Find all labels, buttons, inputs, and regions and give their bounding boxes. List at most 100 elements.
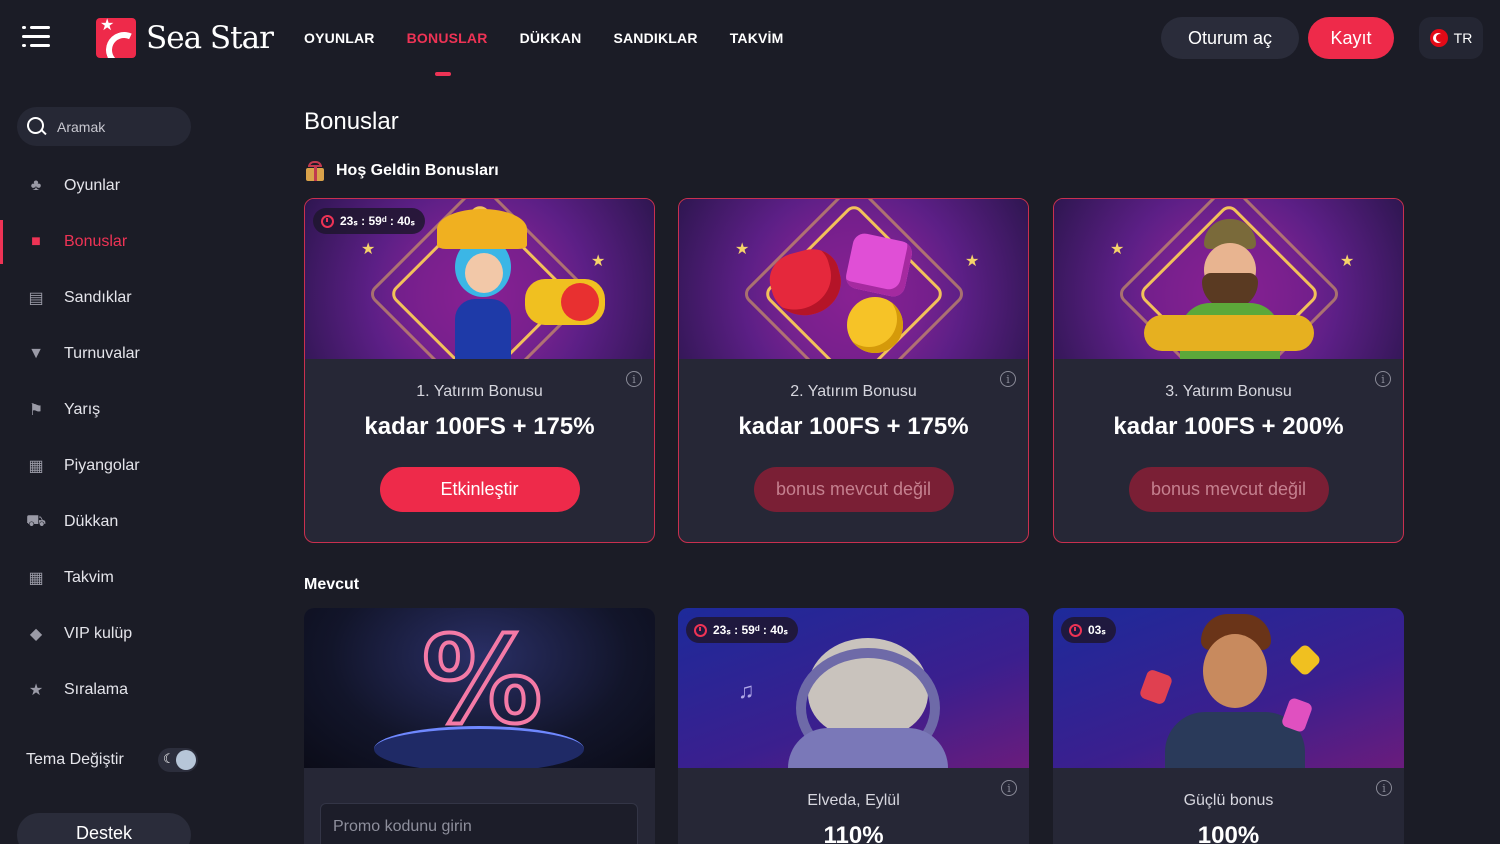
timer-text: 23ₛ : 59ᵈ : 40ₛ <box>340 214 416 228</box>
bonus-unavailable-button[interactable]: bonus mevcut değil <box>753 467 954 512</box>
sidebar-item-label: VIP kulüp <box>64 625 133 642</box>
search-input[interactable] <box>57 118 177 135</box>
bonus-value: 100% <box>1197 822 1260 844</box>
sidebar-item-oyunlar[interactable]: ♣ Oyunlar <box>0 158 260 214</box>
sidebar-item-label: Sıralama <box>64 681 129 698</box>
countdown-timer: 03ₛ <box>1061 617 1116 643</box>
search-box[interactable] <box>17 107 191 146</box>
cart-icon: ⛟ <box>26 513 47 530</box>
sidebar-item-bonuslar[interactable]: ■ Bonuslar <box>0 214 260 270</box>
bonus-value: kadar 100FS + 175% <box>738 413 969 440</box>
bonus-card-1: ★ ★ 23ₛ : 59ᵈ : 40ₛ i 1. Yatırım Bonusu k… <box>304 198 655 543</box>
bonus-label: 3. Yatırım Bonusu <box>1165 383 1292 400</box>
bonus-card-image: 03ₛ <box>1053 608 1404 768</box>
promo-card: % <box>304 608 655 844</box>
trophy-icon: ▼ <box>28 345 44 362</box>
promo-card-image: % <box>304 608 655 768</box>
language-selector[interactable]: TR <box>1419 17 1483 59</box>
info-icon[interactable]: i <box>1000 371 1016 387</box>
bonus-card-image: ★ ★ 23ₛ : 59ᵈ : 40ₛ <box>305 199 654 359</box>
activate-button[interactable]: Etkinleştir <box>379 467 580 512</box>
nav-oyunlar[interactable]: OYUNLAR <box>304 30 375 46</box>
site-logo[interactable]: ★ Sea Star <box>96 18 274 58</box>
menu-collapse-icon[interactable] <box>22 26 50 50</box>
chest-icon: ▤ <box>28 290 44 307</box>
sidebar-item-label: Turnuvalar <box>64 345 140 362</box>
nav-takvim[interactable]: TAKVİM <box>730 30 784 46</box>
sidebar-item-sandiklar[interactable]: ▤ Sandıklar <box>0 270 260 326</box>
nav-dukkan[interactable]: DÜKKAN <box>520 30 582 46</box>
info-icon[interactable]: i <box>1001 780 1017 796</box>
welcome-section-title: Hoş Geldin Bonusları <box>304 161 499 181</box>
sidebar-item-takvim[interactable]: ▦ Takvim <box>0 550 260 606</box>
bonus-card-image: ♫ 23ₛ : 59ᵈ : 40ₛ <box>678 608 1029 768</box>
star-icon: ★ <box>28 682 44 699</box>
logo-text: Sea Star <box>146 20 274 56</box>
bonus-label: Güçlü bonus <box>1183 792 1274 809</box>
promo-code-input[interactable] <box>320 803 638 844</box>
diamond-icon: ◆ <box>29 626 43 643</box>
countdown-timer: 23ₛ : 59ᵈ : 40ₛ <box>686 617 799 643</box>
available-bonus-card-2: ♫ 23ₛ : 59ᵈ : 40ₛ i Elveda, Eylül 110% <box>678 608 1029 844</box>
clock-icon <box>694 623 707 637</box>
bonus-label: 2. Yatırım Bonusu <box>790 383 917 400</box>
info-icon[interactable]: i <box>1376 780 1392 796</box>
bonus-label: 1. Yatırım Bonusu <box>416 383 543 400</box>
clock-icon <box>321 214 334 228</box>
timer-text: 03ₛ <box>1088 623 1106 637</box>
sidebar-item-label: Yarış <box>64 401 101 418</box>
theme-toggle[interactable]: ☾ <box>158 748 198 772</box>
theme-label: Tema Değiştir <box>26 751 124 768</box>
lottery-icon: ▦ <box>28 458 44 475</box>
bonus-value: kadar 100FS + 200% <box>1113 413 1344 440</box>
sidebar-item-vip[interactable]: ◆ VIP kulüp <box>0 606 260 662</box>
bonus-card-3: ★ ★ i 3. Yatırım Bonusu kadar 100FS + 200… <box>1053 198 1404 543</box>
sidebar-item-siralama[interactable]: ★ Sıralama <box>0 662 260 718</box>
nav-sandiklar[interactable]: SANDIKLAR <box>613 30 697 46</box>
sidebar-item-label: Bonuslar <box>64 233 128 250</box>
info-icon[interactable]: i <box>626 371 642 387</box>
register-button[interactable]: Kayıt <box>1308 17 1394 59</box>
main-nav: OYUNLAR BONUSLAR DÜKKAN SANDIKLAR TAKVİM <box>304 30 784 76</box>
sidebar-item-dukkan[interactable]: ⛟ Dükkan <box>0 494 260 550</box>
gift-icon: ■ <box>31 233 41 250</box>
sidebar-item-label: Oyunlar <box>64 177 121 194</box>
logo-icon: ★ <box>96 18 136 58</box>
bonus-card-image: ★ ★ <box>1054 199 1403 359</box>
toggle-knob <box>176 750 196 770</box>
sidebar-item-yaris[interactable]: ⚑ Yarış <box>0 382 260 438</box>
sidebar-item-turnuvalar[interactable]: ▼ Turnuvalar <box>0 326 260 382</box>
percent-icon: % <box>420 612 544 751</box>
calendar-icon: ▦ <box>28 570 44 587</box>
bonus-unavailable-button[interactable]: bonus mevcut değil <box>1128 467 1329 512</box>
support-button[interactable]: Destek <box>17 813 191 844</box>
section-label: Mevcut <box>304 576 360 593</box>
bonus-label: Elveda, Eylül <box>807 792 900 809</box>
clock-icon <box>1069 623 1082 637</box>
turkey-flag-icon <box>1429 29 1448 47</box>
info-icon[interactable]: i <box>1375 371 1391 387</box>
top-header: ★ Sea Star OYUNLAR BONUSLAR DÜKKAN SANDI… <box>0 0 1500 78</box>
page-title: Bonuslar <box>304 108 399 135</box>
sidebar-item-label: Dükkan <box>64 513 119 530</box>
sidebar-item-label: Piyangolar <box>64 457 140 474</box>
games-icon: ♣ <box>30 177 42 194</box>
login-button[interactable]: Oturum aç <box>1161 17 1299 59</box>
sidebar-menu: ♣ Oyunlar ■ Bonuslar ▤ Sandıklar ▼ Turnu… <box>0 158 260 718</box>
nav-bonuslar[interactable]: BONUSLAR <box>407 30 488 76</box>
theme-switcher: Tema Değiştir ☾ <box>26 748 198 772</box>
timer-text: 23ₛ : 59ᵈ : 40ₛ <box>713 623 789 637</box>
moon-icon: ☾ <box>163 751 175 766</box>
sidebar-item-piyangolar[interactable]: ▦ Piyangolar <box>0 438 260 494</box>
countdown-timer: 23ₛ : 59ᵈ : 40ₛ <box>313 208 426 234</box>
search-icon <box>27 116 47 137</box>
flag-icon: ⚑ <box>28 402 44 419</box>
bonus-card-image: ★ ★ <box>679 199 1028 359</box>
gift-icon <box>304 161 326 181</box>
sidebar-item-label: Sandıklar <box>64 289 132 306</box>
bonus-value: kadar 100FS + 175% <box>364 413 595 440</box>
language-code: TR <box>1453 30 1473 46</box>
bonus-value: 110% <box>823 822 884 844</box>
section-label: Hoş Geldin Bonusları <box>336 162 499 179</box>
available-section-title: Mevcut <box>304 576 359 594</box>
